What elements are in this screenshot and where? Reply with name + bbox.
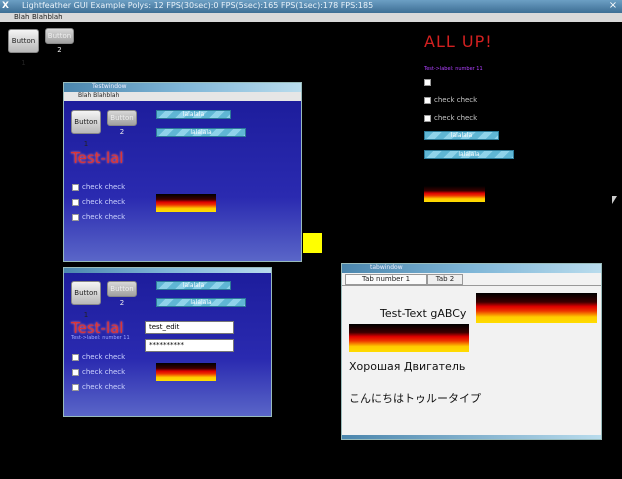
menu-item-blah[interactable]: Blah	[14, 13, 29, 21]
window2-checkbox-2[interactable]: check check	[72, 368, 125, 376]
tabwindow-title-bar[interactable]: tabwindow	[342, 264, 601, 273]
window-flag-image	[156, 194, 216, 212]
testwindow: Testwindow Blah Blahblah Button 1 Button…	[63, 82, 302, 262]
window-test-label: Test-lal	[71, 149, 124, 167]
checkbox-box[interactable]	[72, 213, 79, 221]
window-body: Button 1 Button 2 lalalala lalalala Test…	[64, 273, 271, 416]
checkbox-box[interactable]	[72, 353, 79, 361]
app-title: Lightfeather GUI Example Polys: 12 FPS(3…	[22, 1, 374, 10]
desktop-checkbox-1[interactable]	[424, 78, 434, 86]
text-edit-field[interactable]: test_edit	[145, 321, 234, 334]
desktop-checkbox-2[interactable]: check check	[424, 96, 477, 104]
window-progress-bar-1[interactable]: lalalala	[156, 110, 231, 119]
desktop-button-2[interactable]: Button 2	[45, 28, 74, 54]
window2-button-2[interactable]: Button 2	[107, 281, 137, 307]
window-menu-bar[interactable]: Blah Blahblah	[64, 92, 301, 101]
window2-button-1[interactable]: Button 1	[71, 281, 101, 319]
window2-small-label: Test->label: number 11	[71, 335, 130, 341]
desktop-button-1[interactable]: Button 1	[8, 29, 39, 67]
checkbox-box[interactable]	[424, 114, 431, 122]
all-up-heading: ALL UP!	[424, 32, 493, 51]
test-text: Test-Text gABCy	[380, 307, 467, 320]
window2-checkbox-3[interactable]: check check	[72, 383, 125, 391]
window2-progress-bar-1[interactable]: lalalala	[156, 281, 231, 290]
password-field[interactable]: **********	[145, 339, 234, 352]
window-body: Button 1 Button 2 lalalala lalalala Test…	[64, 101, 301, 261]
app-menu-bar: Blah Blahblah	[0, 13, 622, 22]
yellow-square	[303, 233, 322, 253]
tab-number-1[interactable]: Tab number 1	[345, 274, 427, 285]
window-checkbox-3[interactable]: check check	[72, 213, 125, 221]
second-window: Button 1 Button 2 lalalala lalalala Test…	[63, 267, 272, 417]
window-button-2[interactable]: Button 2	[107, 110, 137, 136]
app-logo-icon: X	[2, 1, 9, 11]
checkbox-box[interactable]	[72, 383, 79, 391]
desktop-progress-bar-2[interactable]: lalalala	[424, 150, 514, 159]
window-button-1[interactable]: Button 1	[71, 110, 101, 148]
window2-checkbox-1[interactable]: check check	[72, 353, 125, 361]
desktop-checkbox-3[interactable]: check check	[424, 114, 477, 122]
desktop-small-label: Test->label: number 11	[424, 66, 483, 72]
checkbox-box[interactable]	[72, 368, 79, 376]
tab-window: tabwindow Tab number 1 Tab 2 Test-Text g…	[341, 263, 602, 440]
window2-flag-image	[156, 363, 216, 381]
checkbox-box[interactable]	[424, 78, 431, 86]
window-checkbox-2[interactable]: check check	[72, 198, 125, 206]
tabwindow-flag-image-1	[476, 293, 597, 323]
checkbox-box[interactable]	[72, 183, 79, 191]
tabwindow-flag-image-2	[349, 324, 469, 352]
tabwindow-bottom-bar	[342, 435, 601, 439]
window2-progress-bar-2[interactable]: lalalala	[156, 298, 246, 307]
mouse-cursor-icon	[612, 196, 617, 204]
window-checkbox-1[interactable]: check check	[72, 183, 125, 191]
tab-2[interactable]: Tab 2	[427, 274, 463, 285]
russian-text: Хорошая Двигатель	[349, 360, 466, 373]
tab-divider	[342, 285, 601, 286]
checkbox-box[interactable]	[424, 96, 431, 104]
window-title-bar[interactable]: Testwindow	[64, 83, 301, 92]
window-progress-bar-2[interactable]: lalalala	[156, 128, 246, 137]
desktop-progress-bar-1[interactable]: lalalala	[424, 131, 499, 140]
desktop-flag-image	[424, 186, 485, 202]
menu-item-blahblah[interactable]: Blahblah	[32, 13, 63, 21]
checkbox-box[interactable]	[72, 198, 79, 206]
app-title-bar[interactable]: X Lightfeather GUI Example Polys: 12 FPS…	[0, 0, 622, 13]
close-icon[interactable]: ×	[607, 0, 619, 12]
japanese-text: こんにちはトゥルータイプ	[349, 392, 481, 405]
